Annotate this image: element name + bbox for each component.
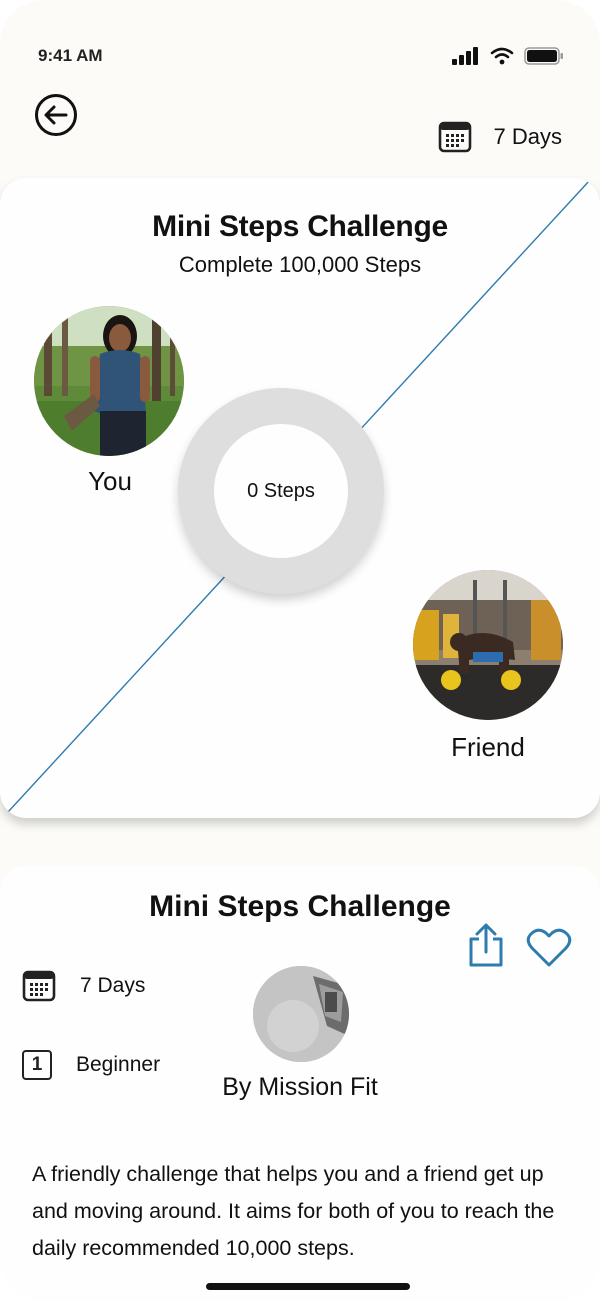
home-indicator[interactable] — [206, 1283, 410, 1290]
author-avatar[interactable] — [253, 966, 349, 1062]
details-duration-row: 7 Days — [22, 970, 145, 1002]
share-button[interactable] — [466, 922, 506, 973]
share-icon — [469, 923, 503, 967]
avatar-you[interactable] — [34, 306, 184, 456]
header-duration: 7 Days — [438, 120, 562, 154]
arrow-left-icon — [35, 94, 77, 136]
author-photo — [253, 966, 349, 1062]
progress-ring-center: 0 Steps — [214, 424, 348, 558]
challenge-subtitle: Complete 100,000 Steps — [178, 252, 422, 277]
header-duration-label: 7 Days — [493, 124, 562, 149]
participant-name-you: You — [88, 466, 132, 496]
friend-photo — [413, 570, 563, 720]
challenge-description: A friendly challenge that helps you and … — [32, 1162, 555, 1260]
details-duration: 7 Days — [80, 974, 146, 997]
heart-icon — [526, 928, 572, 967]
details-level: Beginner — [76, 1053, 161, 1076]
author-name[interactable]: By Mission Fit — [190, 1073, 410, 1102]
challenge-title: Mini Steps Challenge — [152, 210, 448, 243]
wifi-icon — [490, 47, 514, 65]
participant-name-friend: Friend — [451, 732, 525, 762]
battery-icon — [524, 47, 563, 65]
details-title: Mini Steps Challenge — [149, 890, 451, 923]
back-button[interactable] — [34, 93, 78, 137]
calendar-icon — [438, 121, 471, 153]
you-photo — [34, 306, 184, 456]
calendar-icon — [22, 970, 56, 1002]
details-level-row: 1 Beginner — [22, 1050, 160, 1080]
progress-ring: 0 Steps — [178, 388, 384, 594]
signal-icon — [452, 47, 478, 65]
steps-count: 0 Steps — [247, 479, 315, 502]
challenge-details: Mini Steps Challenge 7 Days 1 Beginner B… — [0, 866, 600, 1301]
status-time: 9:41 AM — [38, 46, 103, 65]
status-icons — [452, 47, 564, 65]
favorite-button[interactable] — [526, 928, 572, 973]
avatar-friend[interactable] — [413, 570, 563, 720]
challenge-card: Mini Steps Challenge Complete 100,000 St… — [0, 178, 600, 818]
level-number-icon: 1 — [22, 1050, 52, 1080]
phone-screen: 9:41 AM 7 Days Mini Steps Challenge Comp… — [0, 0, 600, 1301]
